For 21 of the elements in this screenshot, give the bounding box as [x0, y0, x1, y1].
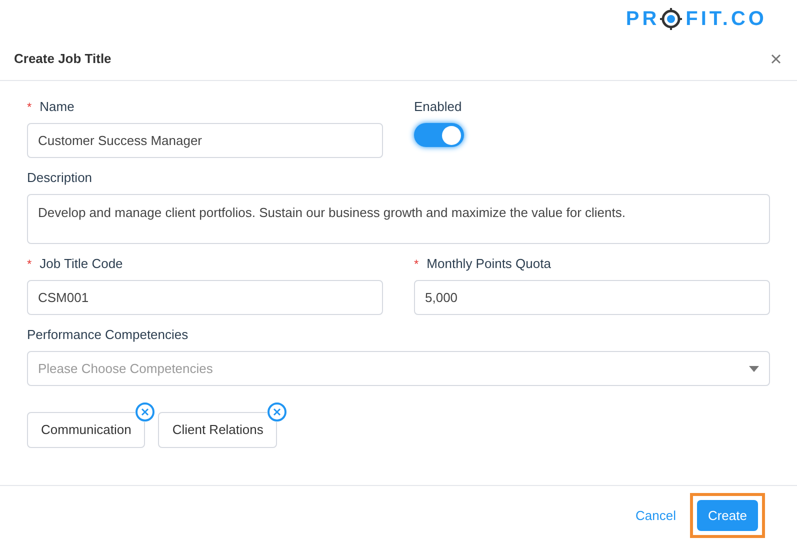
toggle-switch[interactable] [414, 123, 464, 147]
required-mark: * [27, 256, 32, 273]
text-field[interactable]: Customer Success Manager [27, 123, 383, 158]
target-icon [660, 8, 682, 30]
logo: PR FIT.CO [626, 6, 767, 32]
required-mark: * [414, 256, 419, 273]
text-field[interactable]: 5,000 [414, 280, 770, 315]
field-label: Job Title Code [40, 255, 123, 274]
remove-tag-icon[interactable] [135, 402, 156, 422]
close-icon[interactable] [771, 54, 781, 64]
dialog-title: Create Job Title [14, 50, 112, 68]
field-label: Monthly Points Quota [426, 255, 551, 274]
field-label: Performance Competencies [27, 326, 188, 344]
remove-tag-icon[interactable] [267, 402, 288, 422]
required-mark: * [27, 99, 32, 116]
field-label: Enabled [414, 98, 462, 116]
description-field[interactable]: Develop and manage client portfolios. Sustain our business growth and maximize the value for clients. [27, 194, 770, 244]
field-label: Description [27, 169, 92, 188]
text-field[interactable]: CSM001 [27, 280, 383, 315]
field-label: Name [40, 98, 74, 116]
dropdown-caret-icon [749, 366, 759, 372]
